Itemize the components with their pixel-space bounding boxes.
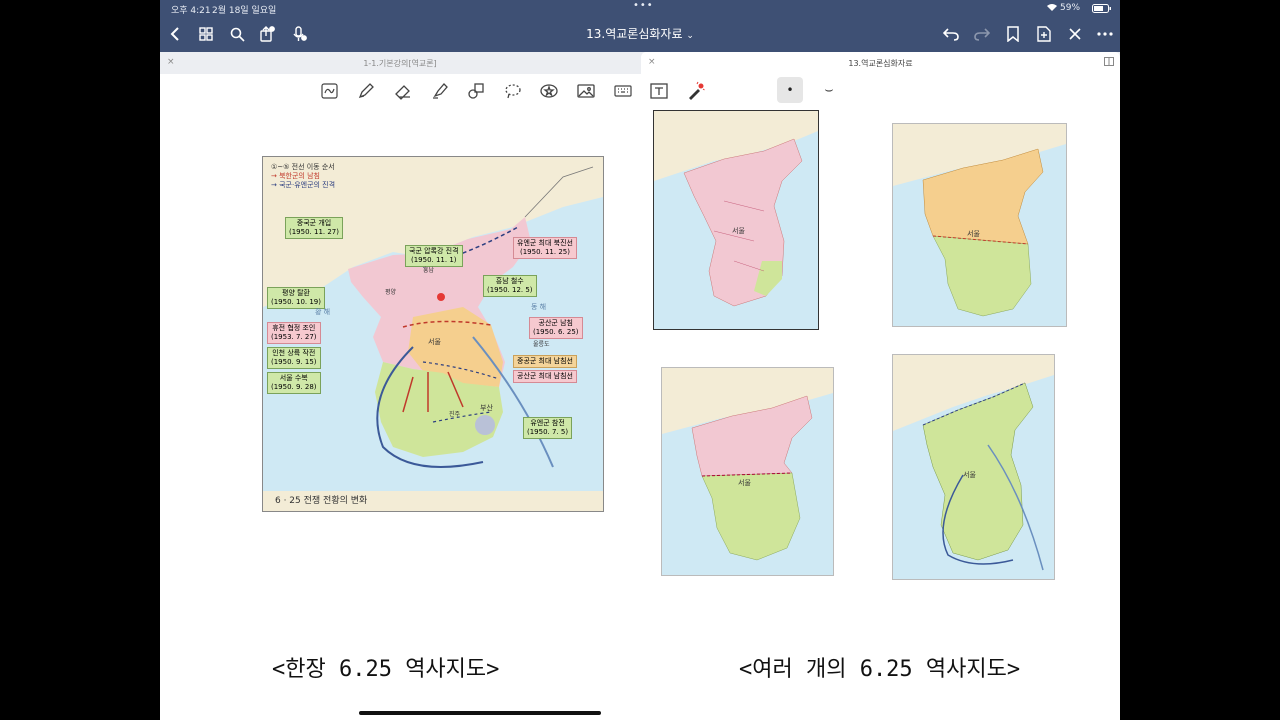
document-title[interactable]: 13.역교론심화자료 ⌄ <box>540 25 740 42</box>
keyboard-icon[interactable] <box>612 81 634 101</box>
city-label-seoul: 서울 <box>963 471 976 479</box>
map-label: 유엔군 참전 (1950. 7. 5) <box>523 417 573 439</box>
chevron-down-icon[interactable]: ⌄ <box>686 31 694 41</box>
map-label: 평양 탈환 (1950. 10. 19) <box>267 287 325 309</box>
status-time: 오후 4:21 <box>171 6 211 16</box>
small-map-4-graphic <box>893 355 1054 579</box>
legend-item: → 북한군의 남침 <box>271 172 320 180</box>
lasso-text-icon[interactable] <box>319 81 341 101</box>
small-map-4: 서울 <box>892 354 1055 580</box>
map-label: 중국군 개입 (1950. 11. 27) <box>285 217 343 239</box>
pen-curve-option[interactable]: ⌣ <box>818 80 840 100</box>
sticker-icon[interactable] <box>538 81 560 101</box>
bookmark-icon[interactable] <box>1002 24 1024 44</box>
lasso-icon[interactable] <box>502 81 524 101</box>
city-label-seoul: 서울 <box>967 230 980 238</box>
tab-label[interactable]: 13.역교론심화자료 <box>848 58 912 69</box>
shapes-icon[interactable] <box>465 81 487 101</box>
map-label: 서울 수복 (1950. 9. 28) <box>267 372 321 394</box>
place-label: 서울 <box>428 338 441 346</box>
tab-advanced-material[interactable]: × 13.역교론심화자료 <box>641 52 1120 74</box>
map-label: 국군 압록강 진격 (1950. 11. 1) <box>405 245 463 267</box>
city-label-seoul: 서울 <box>738 479 751 487</box>
map-label: 공산군 남침 (1950. 6. 25) <box>529 317 583 339</box>
map-label: 휴전 협정 조인 (1953. 7. 27) <box>267 322 321 344</box>
share-icon[interactable] <box>256 24 278 44</box>
pen-icon[interactable] <box>355 81 377 101</box>
ipad-screen: 오후 4:21 2월 18일 일요일 ••• 59% 13.역교론심화자료 ⌄ <box>160 0 1120 720</box>
document-page: ①~⑤ 전선 이동 순서 → 북한군의 남침 → 국군·유엔군의 진격 중국군 … <box>160 108 1120 720</box>
add-page-icon[interactable] <box>1033 24 1055 44</box>
dot-label[interactable]: • <box>786 83 793 97</box>
battery-icon <box>1092 4 1112 16</box>
tab-label[interactable]: 1-1.기본강의[역교론] <box>363 58 436 69</box>
place-label: 흥남 <box>423 267 435 274</box>
close-icon[interactable] <box>1064 24 1086 44</box>
small-map-1-graphic <box>654 111 818 329</box>
more-options-icon[interactable] <box>1094 24 1116 44</box>
place-label: 진주 <box>449 411 461 418</box>
laser-pointer-icon[interactable] <box>684 81 706 101</box>
legend-item: → 국군·유엔군의 진격 <box>271 181 336 189</box>
undo-icon[interactable] <box>940 24 962 44</box>
map-label: 인천 상륙 작전 (1950. 9. 15) <box>267 347 321 369</box>
tab-strip: × 1-1.기본강의[역교론] × 13.역교론심화자료 <box>160 52 1120 74</box>
place-label: 평양 <box>385 289 397 296</box>
place-label: 울릉도 <box>533 341 550 348</box>
document-title-text[interactable]: 13.역교론심화자료 <box>586 27 682 41</box>
app-header: 오후 4:21 2월 18일 일요일 ••• 59% 13.역교론심화자료 ⌄ <box>160 0 1120 52</box>
tab-basic-lecture[interactable]: × 1-1.기본강의[역교론] <box>160 52 640 74</box>
grid-view-icon[interactable] <box>195 24 217 44</box>
status-date: 2월 18일 일요일 <box>212 6 277 16</box>
back-icon[interactable] <box>164 24 186 44</box>
small-map-2-graphic <box>893 124 1066 326</box>
city-label-seoul: 서울 <box>732 227 745 235</box>
place-label: 부산 <box>480 404 493 412</box>
wifi-icon <box>1046 3 1058 15</box>
small-map-3: 서울 <box>661 367 834 576</box>
map-legend: ①~⑤ 전선 이동 순서 → 북한군의 남침 → 국군·유엔군의 진격 <box>271 163 335 190</box>
redo-icon[interactable] <box>971 24 993 44</box>
main-war-map: ①~⑤ 전선 이동 순서 → 북한군의 남침 → 국군·유엔군의 진격 중국군 … <box>262 156 604 512</box>
image-icon[interactable] <box>575 81 597 101</box>
small-map-1: 서울 <box>653 110 819 330</box>
map-label: 중공군 최대 남침선 <box>513 355 577 368</box>
pen-size-dot-button[interactable]: • <box>777 77 803 103</box>
small-map-2: 서울 <box>892 123 1067 327</box>
microphone-icon[interactable] <box>288 24 310 44</box>
caption-multiple-maps: <여러 개의 6.25 역사지도> <box>739 657 1021 682</box>
map-caption: 6 · 25 전쟁 전황의 변화 <box>263 491 603 511</box>
map-label: 유엔군 최대 북진선 (1950. 11. 25) <box>513 237 577 259</box>
search-icon[interactable] <box>226 24 248 44</box>
battery-percent: 59% <box>1060 3 1081 13</box>
map-label: 흥남 철수 (1950. 12. 5) <box>483 275 537 297</box>
tab-close-icon[interactable]: × <box>648 57 656 67</box>
map-label: 공산군 최대 남침선 <box>513 370 577 383</box>
home-indicator[interactable] <box>359 711 601 715</box>
sea-label: 황 해 <box>315 308 331 316</box>
split-view-icon[interactable] <box>1104 57 1114 69</box>
legend-item: ①~⑤ 전선 이동 순서 <box>271 163 335 171</box>
highlighter-icon[interactable] <box>429 81 451 101</box>
eraser-icon[interactable] <box>392 81 414 101</box>
small-map-3-graphic <box>662 368 833 575</box>
caption-single-map: <한장 6.25 역사지도> <box>272 657 500 682</box>
multitask-dots[interactable]: ••• <box>633 0 654 11</box>
sea-label: 동 해 <box>531 303 547 311</box>
textbox-icon[interactable] <box>648 81 670 101</box>
tab-close-icon[interactable]: × <box>167 57 175 67</box>
drawing-toolbar: • ⌣ <box>160 74 1120 109</box>
